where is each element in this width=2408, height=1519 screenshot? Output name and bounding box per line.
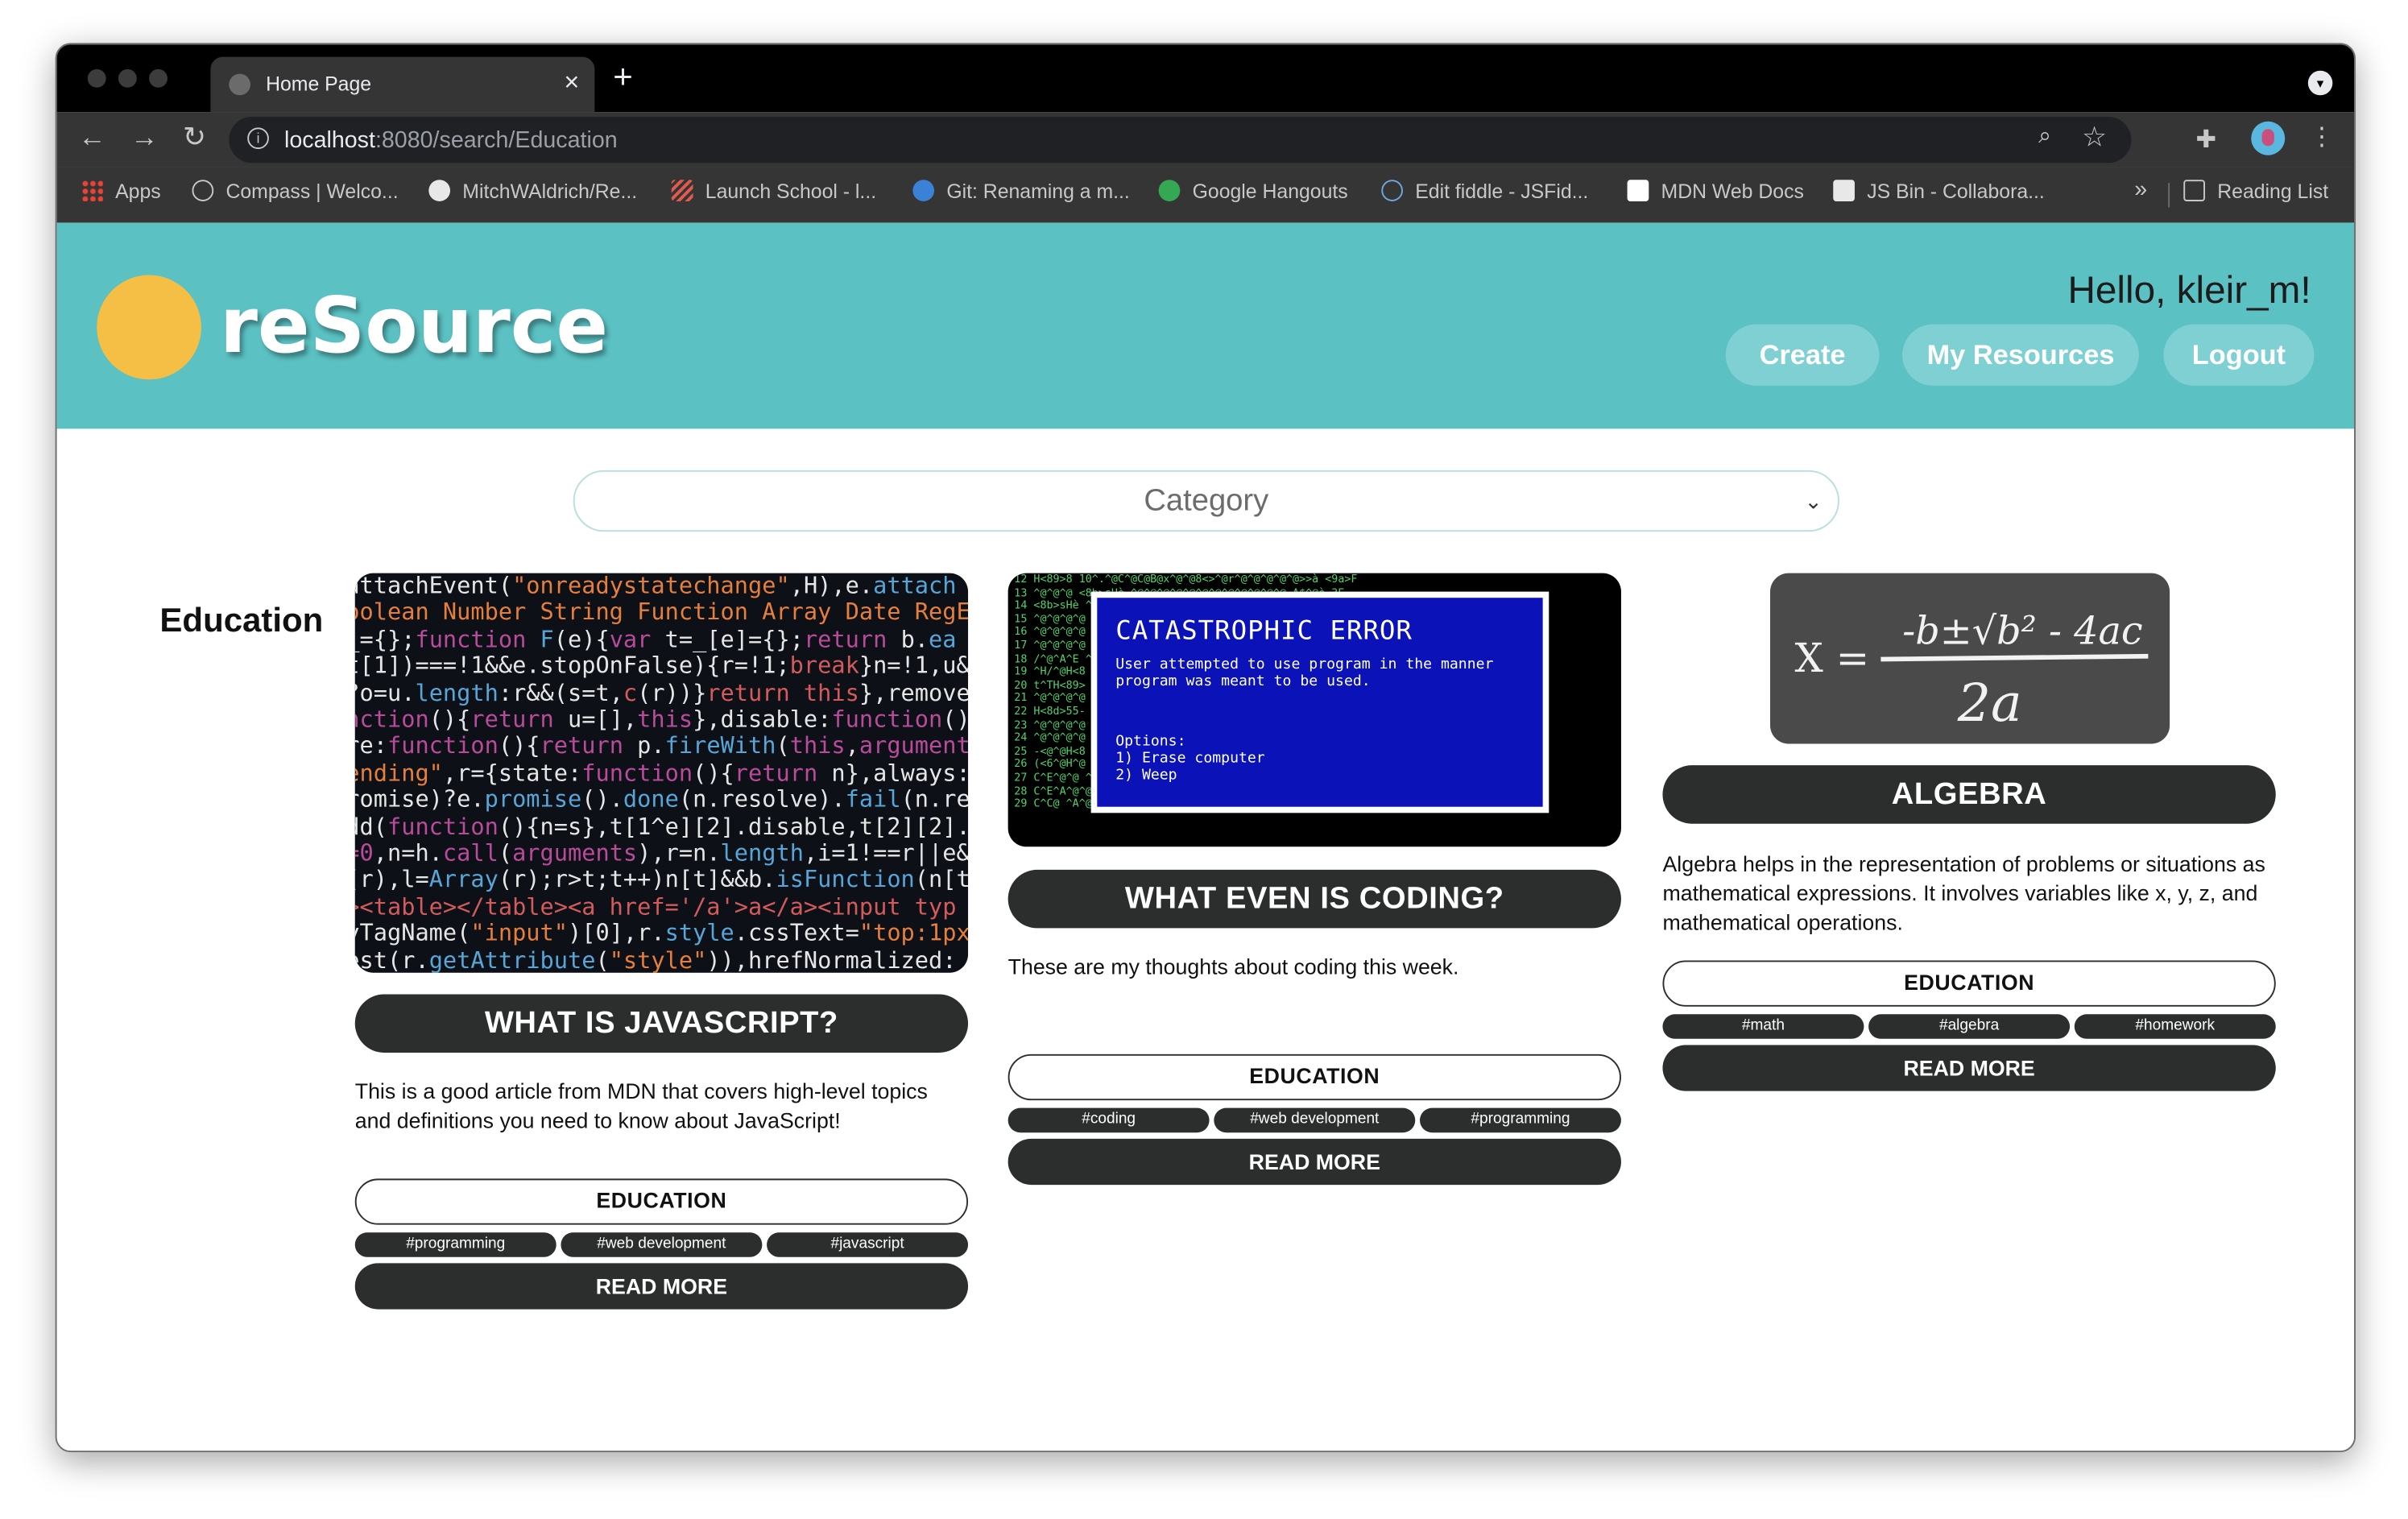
bookmark-github[interactable]: MitchWAldrich/Re...: [428, 180, 637, 203]
catastrophic-error-image[interactable]: 12 H<89>8 10^.^@C^@C@B@x^@^@8<>^@r^@^@^@…: [1007, 573, 1621, 847]
tag-pill[interactable]: #algebra: [1868, 1014, 2071, 1039]
launch-school-icon: [671, 180, 693, 201]
read-more-button[interactable]: READ MORE: [354, 1263, 969, 1310]
git-icon: [912, 180, 935, 201]
resource-card: X = -b±√b² - 4ac 2a ALGEBRA Algebra help…: [1662, 573, 2276, 1091]
window-zoom-light[interactable]: [149, 68, 168, 88]
card-category-badge: EDUCATION: [1007, 1053, 1621, 1101]
address-bar[interactable]: i localhost:8080/search/Education ⌕ ☆: [229, 117, 2132, 163]
browser-menu-icon[interactable]: ⋮: [2310, 122, 2335, 152]
bookmark-launch-school[interactable]: Launch School - l...: [671, 180, 876, 203]
read-more-button[interactable]: READ MORE: [1007, 1138, 1621, 1186]
chevron-down-icon: ⌄: [1804, 488, 1823, 514]
browser-window: Home Page × + ▾ ← → ↻ i localhost:8080/s…: [55, 43, 2356, 1453]
card-description: This is a good article from MDN that cov…: [354, 1078, 928, 1133]
javascript-code-image[interactable]: attachEvent("onreadystatechange",H),e.at…: [354, 573, 969, 973]
tab-home-page[interactable]: Home Page ×: [210, 56, 595, 113]
error-dialog: CATASTROPHIC ERROR User attempted to use…: [1090, 591, 1549, 813]
forward-icon[interactable]: →: [130, 122, 158, 154]
tag-pill[interactable]: #coding: [1007, 1107, 1210, 1133]
jsbin-icon: [1833, 180, 1855, 201]
svg-text:-b±√b² - 4ac: -b±√b² - 4ac: [1902, 609, 2143, 653]
quadratic-formula-drawing: X = -b±√b² - 4ac 2a: [1795, 609, 2149, 734]
tag-pill[interactable]: #web development: [1214, 1107, 1416, 1133]
bookmark-mdn[interactable]: MDN Web Docs: [1627, 180, 1804, 203]
svg-text:X =: X =: [1795, 635, 1870, 681]
site-info-icon[interactable]: i: [247, 127, 269, 150]
tag-pill[interactable]: #web development: [561, 1232, 763, 1257]
tag-pill[interactable]: #math: [1662, 1014, 1864, 1039]
bookmark-compass[interactable]: Compass | Welco...: [192, 180, 399, 203]
algebra-chalkboard-image[interactable]: X = -b±√b² - 4ac 2a: [1770, 573, 2170, 744]
jsfiddle-icon: [1381, 180, 1404, 201]
card-description: Algebra helps in the representation of p…: [1662, 851, 2265, 935]
bookmark-jsfiddle[interactable]: Edit fiddle - JSFid...: [1381, 180, 1588, 203]
window-close-light[interactable]: [87, 68, 106, 88]
bookmark-apps[interactable]: Apps: [81, 180, 161, 203]
resource-card: attachEvent("onreadystatechange",H),e.at…: [354, 573, 969, 1310]
site-logo[interactable]: reSource: [220, 281, 608, 370]
zoom-icon[interactable]: ⌕: [2038, 123, 2051, 149]
card-title[interactable]: WHAT EVEN IS CODING?: [1007, 869, 1621, 929]
mdn-icon: [1627, 180, 1649, 201]
bookmark-hangouts[interactable]: Google Hangouts: [1158, 180, 1348, 203]
bookmarks-divider: [2168, 183, 2170, 208]
url-text[interactable]: localhost:8080/search/Education: [284, 127, 618, 153]
category-select[interactable]: Category ⌄: [573, 470, 1839, 532]
back-icon[interactable]: ←: [78, 122, 106, 154]
svg-text:2a: 2a: [1957, 673, 2022, 734]
card-title[interactable]: ALGEBRA: [1662, 765, 2276, 824]
bookmarks-overflow-button[interactable]: »: [2134, 176, 2147, 202]
card-title[interactable]: WHAT IS JAVASCRIPT?: [354, 994, 969, 1053]
category-select-placeholder: Category: [1144, 484, 1269, 518]
hangouts-icon: [1158, 180, 1181, 201]
error-heading: CATASTROPHIC ERROR: [1115, 616, 1413, 648]
tab-title: Home Page: [266, 72, 372, 96]
tag-pill[interactable]: #javascript: [767, 1232, 969, 1257]
window-minimize-light[interactable]: [118, 68, 137, 88]
tab-search-icon[interactable]: ▾: [2307, 70, 2333, 96]
error-body: User attempted to use program in the man…: [1115, 656, 1494, 690]
site-header: reSource Hello, kleir_m! Create My Resou…: [56, 222, 2355, 429]
my-resources-button[interactable]: My Resources: [1902, 324, 2139, 386]
user-greeting: Hello, kleir_m!: [2067, 268, 2311, 312]
apps-grid-icon: [81, 180, 103, 201]
tag-pill[interactable]: #programming: [1419, 1107, 1621, 1133]
card-tags: #programming #web development #javascrip…: [354, 1232, 969, 1257]
card-category-badge: EDUCATION: [1662, 960, 2276, 1007]
tab-strip: Home Page × + ▾: [56, 44, 2355, 113]
read-more-button[interactable]: READ MORE: [1662, 1045, 2276, 1091]
reading-list-icon: [2183, 180, 2205, 201]
tab-close-icon[interactable]: ×: [564, 68, 579, 98]
bookmark-jsbin[interactable]: JS Bin - Collabora...: [1833, 180, 2045, 203]
bookmark-git[interactable]: Git: Renaming a m...: [912, 180, 1130, 203]
card-tags: #math #algebra #homework: [1662, 1014, 2276, 1039]
tag-pill[interactable]: #homework: [2074, 1014, 2276, 1039]
logo-circle: [97, 275, 201, 380]
category-heading: Education: [159, 601, 324, 639]
new-tab-button[interactable]: +: [613, 57, 633, 97]
bookmarks-bar: Apps Compass | Welco... MitchWAldrich/Re…: [56, 167, 2355, 223]
tag-pill[interactable]: #programming: [354, 1232, 556, 1257]
globe-icon: [229, 73, 251, 96]
page-content: reSource Hello, kleir_m! Create My Resou…: [56, 222, 2355, 1451]
reading-list-button[interactable]: Reading List: [2183, 180, 2328, 203]
profile-avatar[interactable]: [2251, 121, 2286, 155]
compass-icon: [192, 180, 214, 201]
card-description: These are my thoughts about coding this …: [1007, 954, 1459, 979]
error-options: Options: 1) Erase computer 2) Weep: [1115, 733, 1265, 784]
reload-icon[interactable]: ↻: [183, 122, 206, 154]
bookmark-star-icon[interactable]: ☆: [2082, 122, 2107, 154]
create-button[interactable]: Create: [1725, 324, 1880, 386]
card-tags: #coding #web development #programming: [1007, 1107, 1621, 1133]
github-icon: [428, 180, 451, 201]
extensions-puzzle-icon[interactable]: ✚: [2196, 125, 2217, 155]
resource-card: 12 H<89>8 10^.^@C^@C@B@x^@^@8<>^@r^@^@^@…: [1007, 573, 1621, 1186]
logout-button[interactable]: Logout: [2163, 324, 2315, 386]
browser-toolbar: ← → ↻ i localhost:8080/search/Education …: [56, 112, 2355, 168]
card-category-badge: EDUCATION: [354, 1178, 969, 1225]
